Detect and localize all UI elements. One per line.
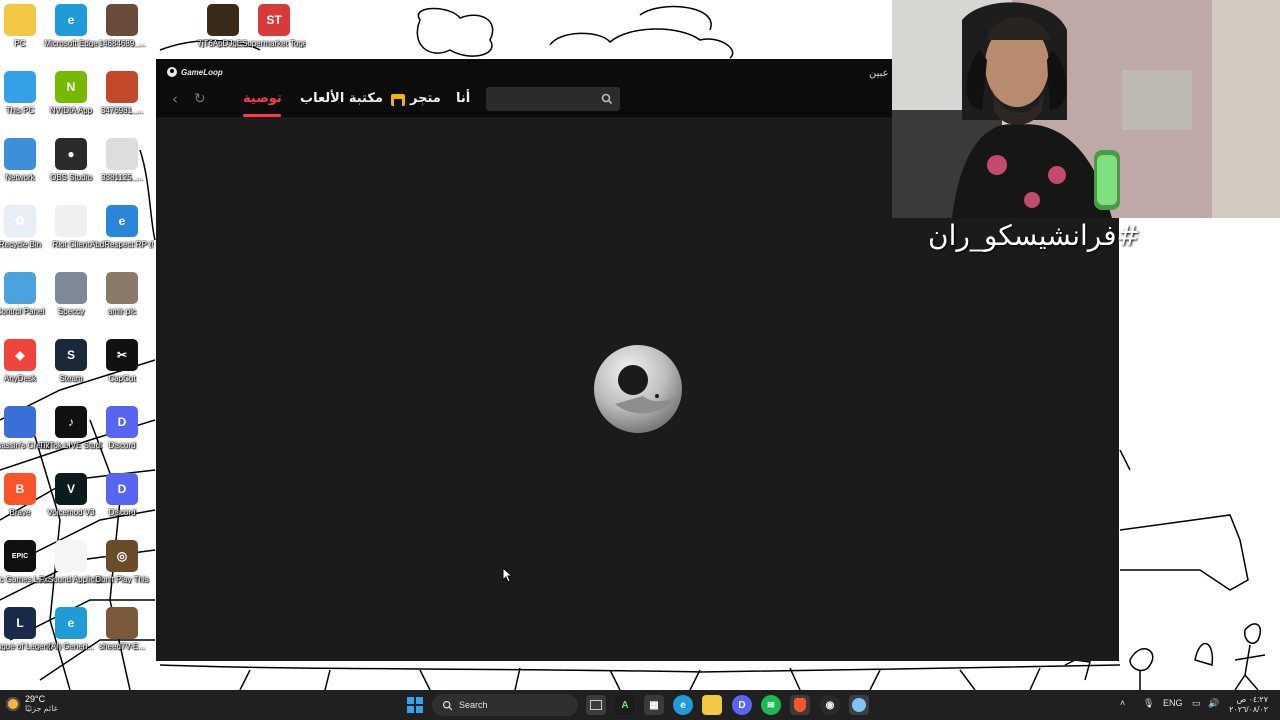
desktop-shortcut[interactable]: sheed7V-E... — [90, 607, 154, 671]
spotify-icon[interactable]: ≋ — [761, 695, 781, 715]
shortcut-icon: e — [55, 4, 87, 36]
system-clock[interactable]: ٠٤:٢٧ ص ٢٠٢٦/٠٨/٠٢ — [1228, 695, 1268, 715]
shortcut-label: Supermarket Together — [242, 39, 306, 48]
shortcut-icon — [55, 205, 87, 237]
shortcut-label: AbdRespect RP (GTA)... — [90, 240, 154, 249]
shortcut-label: Discord — [108, 441, 136, 450]
shortcut-icon — [106, 71, 138, 103]
shortcut-icon: ST — [258, 4, 290, 36]
desktop-shortcut[interactable]: ✂ CapCut — [90, 339, 154, 403]
gameloop-taskbar-icon[interactable] — [849, 695, 869, 715]
weather-icon — [6, 696, 20, 711]
taskbar-search-label: Search — [459, 700, 488, 710]
desktop-shortcut[interactable]: amir pic — [90, 272, 154, 336]
gameloop-logo-icon — [167, 67, 177, 77]
folder-icon[interactable] — [702, 695, 722, 715]
tab-me[interactable]: أنا — [456, 91, 470, 106]
shortcut-icon — [55, 540, 87, 572]
network-icon[interactable]: ▭ — [1192, 698, 1201, 709]
weather-temperature: 29°C — [25, 694, 46, 704]
edge-icon[interactable]: e — [673, 695, 693, 715]
shortcut-icon — [4, 272, 36, 304]
shortcut-label: Discord — [108, 508, 136, 517]
shortcut-icon: ◎ — [106, 540, 138, 572]
gameloop-brand-text: GameLoop — [181, 67, 223, 77]
microphone-icon[interactable]: 🎙 — [1143, 698, 1154, 709]
tab-game-library[interactable]: مكتبة الألعاب — [300, 91, 383, 106]
shortcut-icon: L — [4, 607, 36, 639]
shortcut-icon — [4, 406, 36, 438]
store-icon — [391, 94, 405, 106]
volume-icon[interactable]: 🔊 — [1208, 698, 1219, 709]
windows-taskbar: 29°C غائم جزئيًا Search A ▦ e D ≋ ◉ ˄ 🎙 … — [0, 690, 1280, 720]
shortcut-icon — [207, 4, 239, 36]
gameloop-loading-logo — [594, 345, 682, 433]
search-icon[interactable] — [600, 92, 614, 106]
windows-start-icon[interactable] — [405, 695, 425, 715]
weather-description: غائم جزئيًا — [25, 704, 58, 713]
webcam-feed — [892, 0, 1280, 218]
language-indicator[interactable]: ENG — [1163, 698, 1183, 708]
desktop-shortcut[interactable]: D Discord — [90, 473, 154, 537]
shortcut-icon: ◆ — [4, 339, 36, 371]
shortcut-icon: e — [55, 607, 87, 639]
desktop-shortcut[interactable]: e AbdRespect RP (GTA)... — [90, 205, 154, 269]
clock-date: ٢٠٢٦/٠٨/٠٢ — [1229, 705, 1268, 714]
desktop-shortcut[interactable]: ◎ Don't Play This — [90, 540, 154, 604]
shortcut-icon: ✂ — [106, 339, 138, 371]
shortcut-icon: S — [55, 339, 87, 371]
weather-widget[interactable]: 29°C غائم جزئيًا — [6, 694, 58, 713]
user-name-text[interactable]: عبين — [869, 68, 889, 79]
clock-time: ٠٤:٢٧ ص — [1236, 695, 1268, 704]
shortcut-label: Don't Play This — [95, 575, 149, 584]
shortcut-icon — [106, 607, 138, 639]
shortcut-label: 3476981_... — [100, 106, 144, 115]
stream-hashtag: #فرانشيسكو_ران — [928, 219, 1141, 252]
shortcut-icon: e — [106, 205, 138, 237]
shortcut-label: sheed7V-E... — [99, 642, 145, 651]
tray-overflow-chevron-icon[interactable]: ˄ — [1120, 698, 1125, 708]
shortcut-icon: ♪ — [55, 406, 87, 438]
task-view-icon[interactable] — [586, 695, 606, 715]
shortcut-icon — [106, 4, 138, 36]
shortcut-icon: ♻ — [4, 205, 36, 237]
shortcut-icon: B — [4, 473, 36, 505]
shortcut-label: amir pic — [107, 307, 136, 316]
refresh-icon[interactable]: ↻ — [194, 92, 206, 107]
desktop-shortcut[interactable]: 3381125_... — [90, 138, 154, 202]
desktop-shortcut[interactable]: 3476981_... — [90, 71, 154, 135]
shortcut-icon: N — [55, 71, 87, 103]
shortcut-icon: D — [106, 406, 138, 438]
gameloop-logo: GameLoop — [167, 67, 223, 77]
shortcut-icon — [4, 71, 36, 103]
shortcut-icon — [106, 272, 138, 304]
discord-icon[interactable]: D — [732, 695, 752, 715]
desktop-shortcut[interactable]: 14684689_... — [90, 4, 154, 68]
shortcut-icon — [55, 272, 87, 304]
shortcut-icon — [4, 4, 36, 36]
tab-recommended[interactable]: توصية — [243, 91, 282, 106]
shortcut-icon — [4, 138, 36, 170]
shortcut-label: 3381125_... — [101, 173, 143, 182]
taskbar-search-box[interactable]: Search — [432, 694, 578, 716]
shortcut-icon — [106, 138, 138, 170]
desktop-shortcut[interactable]: D Discord — [90, 406, 154, 470]
shortcut-label: 14684689_... — [98, 39, 146, 48]
shortcut-icon: EPIC — [4, 540, 36, 572]
active-tab-indicator — [243, 114, 281, 117]
mouse-cursor-icon — [502, 567, 514, 583]
brave-icon[interactable] — [790, 695, 810, 715]
shortcut-icon: ● — [55, 138, 87, 170]
tab-store[interactable]: متجر — [410, 91, 441, 106]
search-icon — [442, 700, 453, 710]
shortcut-label: CapCut — [108, 374, 136, 383]
terminal-icon[interactable]: A — [615, 695, 635, 715]
back-arrow-icon[interactable]: ‹ — [172, 92, 178, 107]
shortcut-icon: D — [106, 473, 138, 505]
store-app-icon[interactable]: ▦ — [644, 695, 664, 715]
shortcut-icon: V — [55, 473, 87, 505]
obs-icon[interactable]: ◉ — [820, 695, 840, 715]
